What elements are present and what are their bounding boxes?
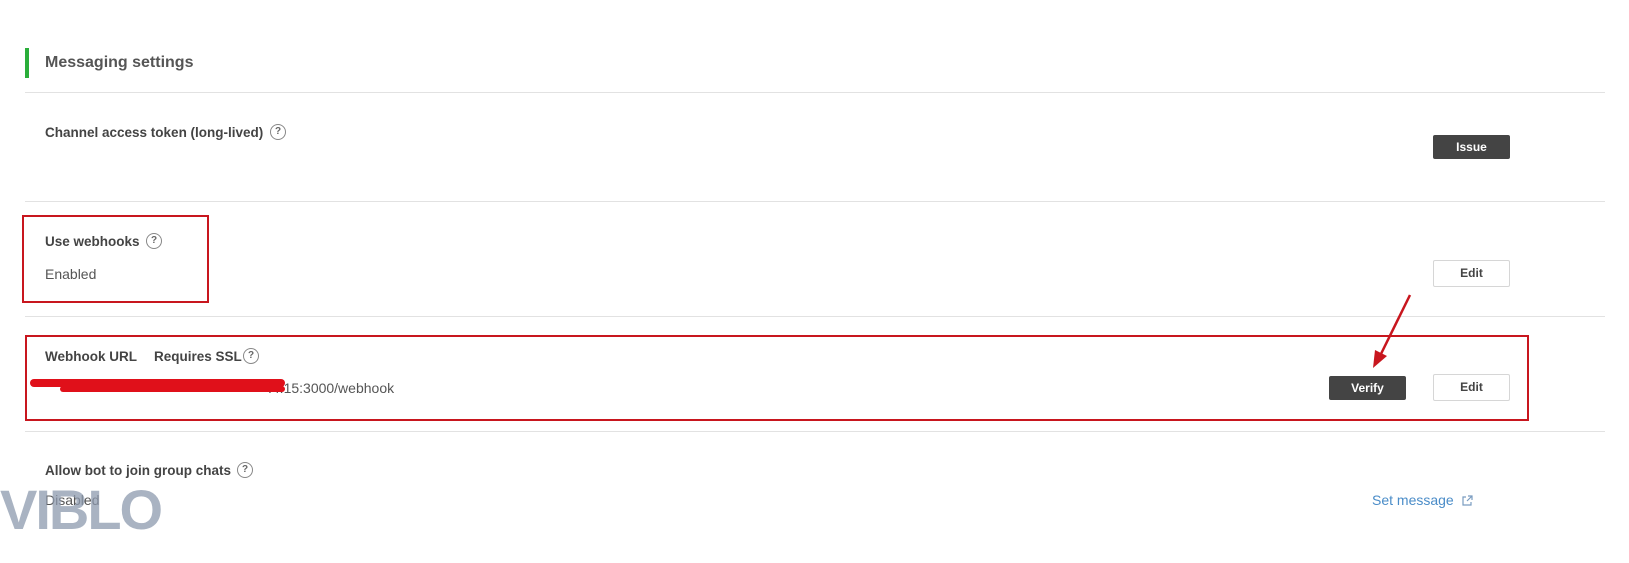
viblo-watermark-logo: VIBLO: [0, 478, 163, 541]
external-link-icon: [1462, 495, 1473, 506]
annotation-box: [22, 215, 209, 303]
help-icon[interactable]: ?: [270, 124, 286, 140]
set-message-label: Set message: [1372, 492, 1454, 508]
annotation-arrow: [1373, 294, 1412, 368]
issue-button[interactable]: Issue: [1433, 135, 1510, 159]
section-title: Messaging settings: [45, 54, 194, 71]
annotation-box: [25, 335, 1529, 421]
channel-token-label: Channel access token (long-lived): [45, 125, 264, 140]
set-message-link[interactable]: Set message: [1372, 491, 1473, 509]
divider: [25, 431, 1605, 432]
divider: [25, 92, 1605, 93]
webhooks-edit-button[interactable]: Edit: [1433, 260, 1510, 287]
help-icon[interactable]: ?: [237, 462, 253, 478]
section-accent-bar: [25, 48, 29, 78]
divider: [25, 201, 1605, 202]
